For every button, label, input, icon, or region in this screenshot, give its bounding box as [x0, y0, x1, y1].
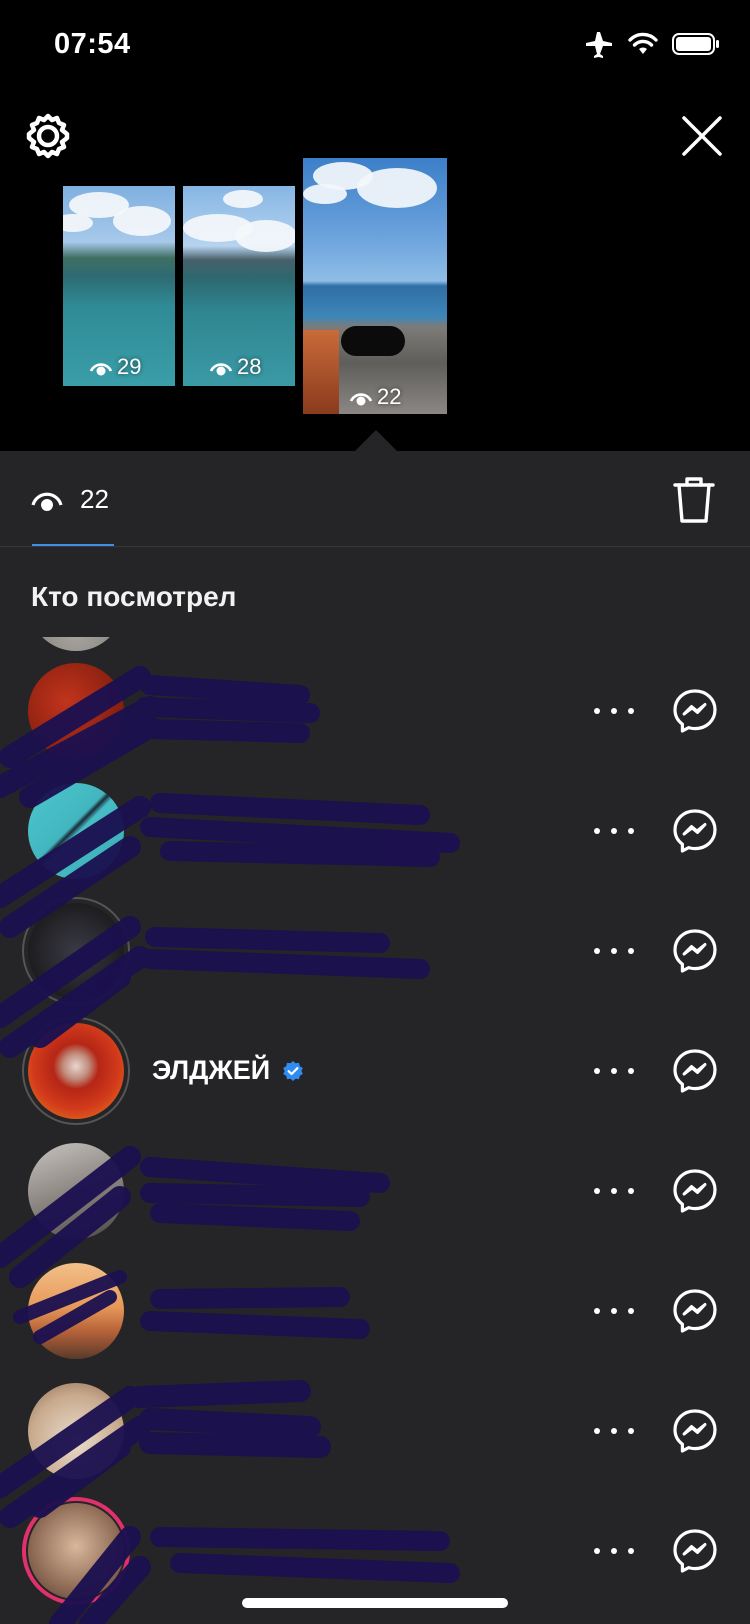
messenger-icon [673, 929, 717, 973]
delete-button[interactable] [672, 475, 716, 525]
viewer-row[interactable]: ЭЛДЖЕЙ [0, 1017, 750, 1143]
message-button[interactable] [672, 688, 718, 734]
message-button[interactable] [672, 808, 718, 854]
viewer-avatar[interactable] [28, 1263, 124, 1359]
viewer-avatar[interactable] [28, 1503, 124, 1599]
story-thumbnail-3-selected[interactable]: 22 [303, 158, 447, 414]
viewer-avatar[interactable] [28, 637, 124, 651]
viewers-list[interactable]: ЭЛДЖЕЙ [0, 637, 750, 1624]
verified-badge-icon [283, 1060, 303, 1081]
more-options-button[interactable] [594, 821, 634, 841]
stats-row: 22 [0, 451, 750, 547]
message-button[interactable] [672, 1408, 718, 1454]
messenger-icon [673, 1169, 717, 1213]
viewer-name[interactable]: ЭЛДЖЕЙ [152, 1055, 304, 1086]
settings-button[interactable] [24, 112, 72, 160]
wifi-icon [628, 32, 658, 54]
message-button[interactable] [672, 1048, 718, 1094]
more-options-button[interactable] [594, 1181, 634, 1201]
viewer-row[interactable] [0, 637, 750, 663]
messenger-icon [673, 1529, 717, 1573]
viewer-row[interactable] [0, 663, 750, 783]
viewer-row[interactable] [0, 897, 750, 1023]
eye-icon [89, 363, 113, 376]
messenger-icon [673, 1409, 717, 1453]
eye-icon [31, 492, 63, 511]
selected-story-pointer [354, 430, 398, 452]
more-options-button[interactable] [594, 1421, 634, 1441]
views-count[interactable]: 22 [80, 484, 109, 515]
viewers-section-title: Кто посмотрел [31, 581, 237, 612]
battery-icon [672, 33, 719, 55]
viewer-row[interactable] [0, 783, 750, 903]
story-views-1: 29 [89, 354, 141, 380]
bottle-shape [303, 330, 339, 414]
viewer-name-text: ЭЛДЖЕЙ [152, 1055, 271, 1085]
trash-icon [673, 477, 715, 523]
story-views-2: 28 [209, 354, 261, 380]
story-views-3: 22 [349, 384, 401, 410]
views-tab-underline [32, 544, 114, 546]
viewer-avatar[interactable] [28, 1383, 124, 1479]
status-bar: 07:54 [0, 0, 750, 90]
message-button[interactable] [672, 1288, 718, 1334]
status-time: 07:54 [54, 28, 131, 60]
more-options-button[interactable] [594, 1301, 634, 1321]
viewer-row[interactable] [0, 1383, 750, 1503]
message-button[interactable] [672, 928, 718, 974]
status-icons [584, 30, 720, 58]
viewer-row[interactable] [0, 1263, 750, 1383]
viewer-avatar[interactable] [28, 783, 124, 879]
messenger-icon [673, 689, 717, 733]
story-thumbnail-1[interactable]: 29 [63, 186, 175, 386]
messenger-icon [673, 809, 717, 853]
more-options-button[interactable] [594, 941, 634, 961]
messenger-icon [673, 1049, 717, 1093]
close-icon [682, 116, 722, 156]
viewer-row[interactable] [0, 1143, 750, 1263]
messenger-icon [673, 1289, 717, 1333]
viewer-avatar[interactable] [28, 903, 124, 999]
eye-icon [209, 363, 233, 376]
sunglasses-shape [341, 326, 405, 356]
message-button[interactable] [672, 1168, 718, 1214]
viewer-avatar[interactable] [28, 1023, 124, 1119]
gear-icon [26, 113, 70, 159]
home-indicator[interactable] [242, 1598, 508, 1608]
airplane-icon [586, 32, 612, 58]
viewer-avatar[interactable] [28, 1143, 124, 1239]
more-options-button[interactable] [594, 1061, 634, 1081]
viewer-avatar[interactable] [28, 663, 124, 759]
close-button[interactable] [678, 112, 726, 160]
story-thumbnail-2[interactable]: 28 [183, 186, 295, 386]
eye-icon [349, 393, 373, 406]
viewers-sheet: 22 Кто посмотрел ЭЛДЖЕЙ [0, 451, 750, 1624]
more-options-button[interactable] [594, 701, 634, 721]
message-button[interactable] [672, 1528, 718, 1574]
more-options-button[interactable] [594, 1541, 634, 1561]
